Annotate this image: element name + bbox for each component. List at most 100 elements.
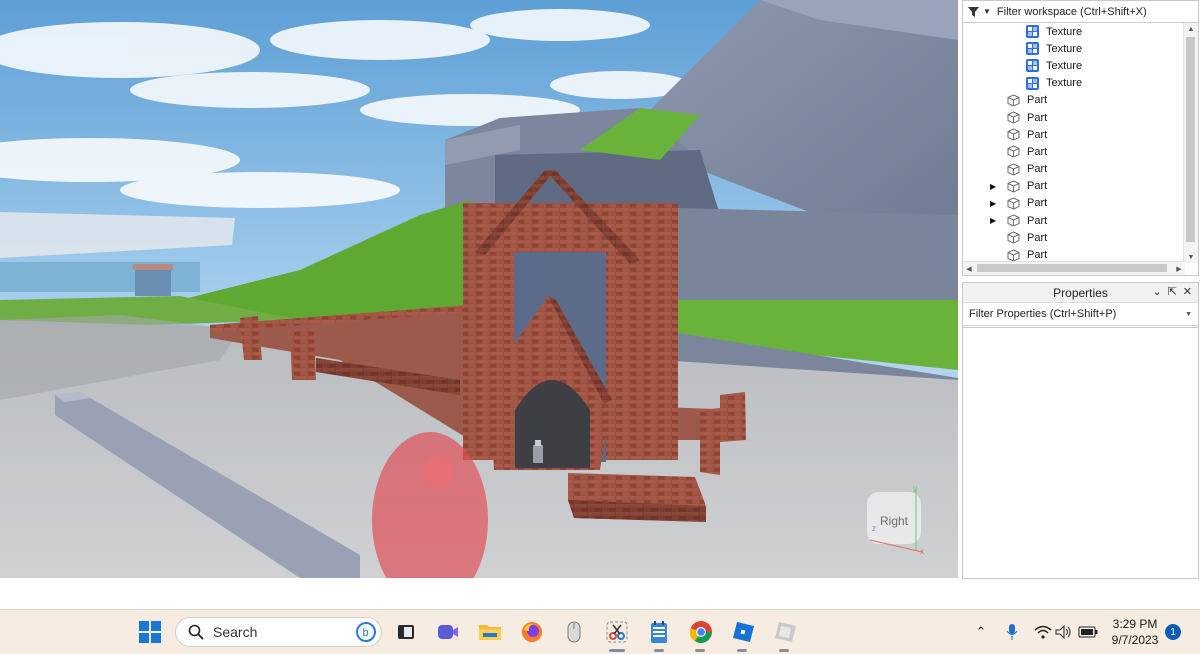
chevron-down-icon[interactable]: ⌄ <box>1152 285 1161 298</box>
microphone-icon[interactable] <box>1005 623 1019 641</box>
active-app-indicator <box>609 649 625 652</box>
explorer-vertical-scrollbar[interactable]: ▲ ▼ <box>1183 23 1198 263</box>
volume-icon[interactable] <box>1055 623 1073 641</box>
view-cube-label: Right <box>880 514 909 528</box>
roblox-icon <box>733 622 754 642</box>
explorer-tree-item[interactable]: Texture <box>963 40 1185 57</box>
properties-panel: Properties ⌄ ⇱ ✕ Filter Properties (Ctrl… <box>962 282 1199 579</box>
windows-icon <box>139 621 161 643</box>
scissors-icon <box>606 621 628 643</box>
system-clock[interactable]: 3:29 PM 9/7/2023 <box>1108 616 1162 648</box>
explorer-tree-item[interactable]: ▶ Part <box>963 178 1185 195</box>
task-view-button[interactable] <box>393 619 419 645</box>
explorer-tree-item[interactable]: Texture <box>963 75 1185 92</box>
part-icon <box>1007 163 1020 176</box>
running-app-indicator <box>654 649 664 652</box>
explorer-tree-item[interactable]: Texture <box>963 57 1185 74</box>
folder-icon <box>479 625 501 640</box>
chrome-button[interactable] <box>688 619 714 645</box>
running-app-indicator <box>737 649 747 652</box>
battery-icon[interactable] <box>1078 623 1098 641</box>
explorer-item-label: Part <box>1027 214 1048 227</box>
explorer-item-label: Texture <box>1046 59 1083 72</box>
explorer-item-label: Part <box>1027 180 1048 193</box>
task-view-icon <box>398 625 414 639</box>
explorer-filter-bar[interactable]: ▼ Filter workspace (Ctrl+Shift+X) <box>963 1 1198 23</box>
firefox-button[interactable] <box>519 619 545 645</box>
chrome-icon <box>689 621 712 643</box>
filter-icon[interactable] <box>968 6 982 17</box>
explorer-item-label: Part <box>1027 128 1048 141</box>
part-icon <box>1007 94 1020 107</box>
chevron-up-icon[interactable]: ⌃ <box>974 623 988 641</box>
part-icon <box>1007 214 1020 227</box>
part-icon <box>1007 231 1020 244</box>
close-icon[interactable]: ✕ <box>1183 285 1192 298</box>
texture-icon <box>1026 42 1039 56</box>
chevron-down-icon[interactable]: ▼ <box>983 7 991 16</box>
explorer-item-label: Part <box>1027 163 1048 176</box>
3d-viewport[interactable]: Right y x z <box>0 0 958 578</box>
undock-icon[interactable]: ⇱ <box>1168 285 1177 298</box>
explorer-tree-item[interactable]: ▶ Part <box>963 212 1185 229</box>
explorer-item-label: Texture <box>1046 42 1083 55</box>
firefox-icon <box>522 622 542 642</box>
wifi-icon[interactable] <box>1034 623 1052 641</box>
notepad-icon <box>651 621 667 643</box>
part-icon <box>1007 128 1020 141</box>
mouse-app-button[interactable] <box>561 619 587 645</box>
explorer-tree-item[interactable]: Part <box>963 92 1185 109</box>
search-label: Search <box>213 624 258 640</box>
search-icon <box>188 624 204 640</box>
part-icon <box>1007 145 1020 158</box>
taskbar-search[interactable]: Search b <box>175 617 382 647</box>
expand-arrow-icon[interactable]: ▶ <box>990 216 998 225</box>
explorer-item-label: Part <box>1027 111 1048 124</box>
notification-badge[interactable]: 1 <box>1165 624 1181 640</box>
explorer-tree-item[interactable]: Part <box>963 109 1185 126</box>
clock-time: 3:29 PM <box>1112 617 1158 631</box>
file-explorer-button[interactable] <box>477 619 503 645</box>
chevron-down-icon[interactable]: ▼ <box>1185 311 1192 318</box>
part-icon <box>1007 111 1020 124</box>
expand-arrow-icon[interactable]: ▶ <box>990 182 998 191</box>
properties-filter-input[interactable]: Filter Properties (Ctrl+Shift+P) ▼ <box>963 303 1198 326</box>
explorer-item-label: Part <box>1027 94 1048 107</box>
roblox-button[interactable] <box>730 619 756 645</box>
explorer-item-label: Part <box>1027 197 1048 210</box>
roblox-studio-button[interactable] <box>772 619 798 645</box>
scroll-up-icon[interactable]: ▲ <box>1184 23 1198 35</box>
texture-icon <box>1026 59 1039 73</box>
clock-date: 9/7/2023 <box>1111 633 1159 647</box>
explorer-tree-item[interactable]: Part <box>963 143 1185 160</box>
notepad-button[interactable] <box>646 619 672 645</box>
explorer-tree-item[interactable]: Part <box>963 126 1185 143</box>
meet-button[interactable] <box>435 619 461 645</box>
svg-text:b: b <box>363 627 369 639</box>
properties-filter-text: Filter Properties (Ctrl+Shift+P) <box>969 308 1117 320</box>
explorer-tree-item[interactable]: ▶ Part <box>963 195 1185 212</box>
explorer-horizontal-scrollbar[interactable]: ◀ ▶ <box>963 261 1185 275</box>
explorer-tree-item[interactable]: Part <box>963 229 1185 246</box>
explorer-tree-item[interactable]: Texture <box>963 23 1185 40</box>
explorer-item-label: Texture <box>1046 77 1083 90</box>
explorer-tree-item[interactable]: Part <box>963 161 1185 178</box>
scroll-thumb-horizontal[interactable] <box>977 264 1167 272</box>
expand-arrow-icon[interactable]: ▶ <box>990 199 998 208</box>
explorer-item-label: Part <box>1027 145 1048 158</box>
scroll-down-icon[interactable]: ▼ <box>1184 251 1198 263</box>
texture-icon <box>1026 76 1039 90</box>
scroll-thumb[interactable] <box>1186 37 1195 242</box>
bing-icon[interactable]: b <box>355 621 377 643</box>
start-button[interactable] <box>137 619 163 645</box>
properties-header: Properties ⌄ ⇱ ✕ <box>963 283 1198 303</box>
part-icon <box>1007 248 1020 262</box>
explorer-tree: Texture Texture Texture Texture Part Part Part… <box>963 23 1185 263</box>
scroll-left-icon[interactable]: ◀ <box>963 262 975 275</box>
snipping-tool-button[interactable] <box>604 619 630 645</box>
texture-icon <box>1026 25 1039 39</box>
explorer-item-label: Texture <box>1046 25 1083 38</box>
scroll-right-icon[interactable]: ▶ <box>1173 262 1185 275</box>
scene-render <box>0 0 958 578</box>
explorer-filter-input[interactable]: Filter workspace (Ctrl+Shift+X) <box>997 6 1147 18</box>
